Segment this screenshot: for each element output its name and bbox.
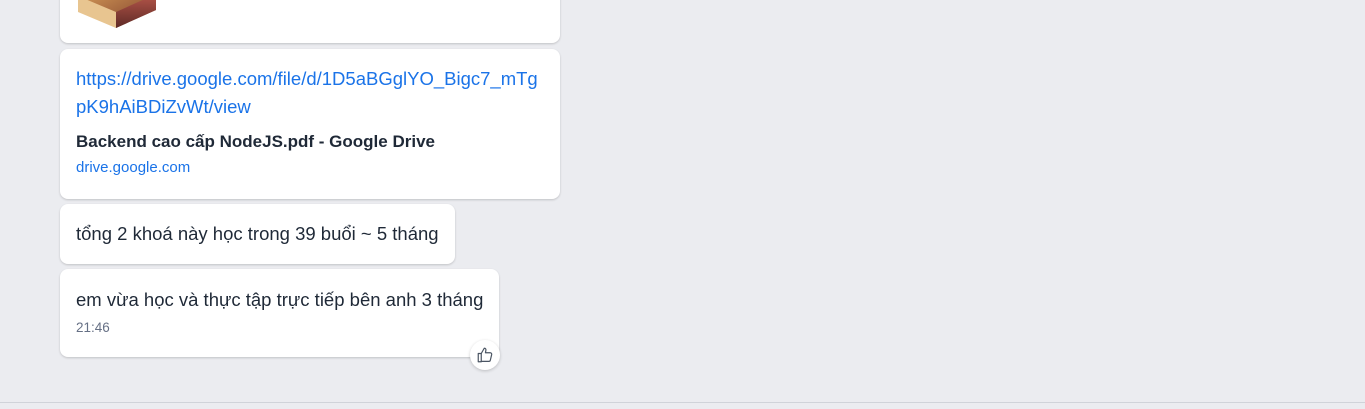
- drive-link[interactable]: https://drive.google.com/file/d/1D5aBGgl…: [76, 65, 546, 121]
- message-text: tổng 2 khoá này học trong 39 buổi ~ 5 th…: [76, 223, 439, 244]
- message-bubble: em vừa học và thực tập trực tiếp bên anh…: [60, 269, 500, 357]
- image-attachment-bubble[interactable]: [60, 0, 560, 43]
- message-text: em vừa học và thực tập trực tiếp bên anh…: [76, 289, 484, 310]
- message-timestamp: 21:46: [76, 320, 110, 335]
- link-preview-domain[interactable]: drive.google.com: [76, 159, 544, 177]
- winrar-archive-icon: [78, 0, 156, 28]
- link-preview-bubble: https://drive.google.com/file/d/1D5aBGgl…: [60, 49, 560, 199]
- thumbs-up-icon: [477, 347, 493, 363]
- reaction-button[interactable]: [470, 340, 500, 370]
- divider: [0, 402, 1365, 403]
- link-preview-title[interactable]: Backend cao cấp NodeJS.pdf - Google Driv…: [76, 131, 544, 153]
- message-bubble: tổng 2 khoá này học trong 39 buổi ~ 5 th…: [60, 204, 455, 264]
